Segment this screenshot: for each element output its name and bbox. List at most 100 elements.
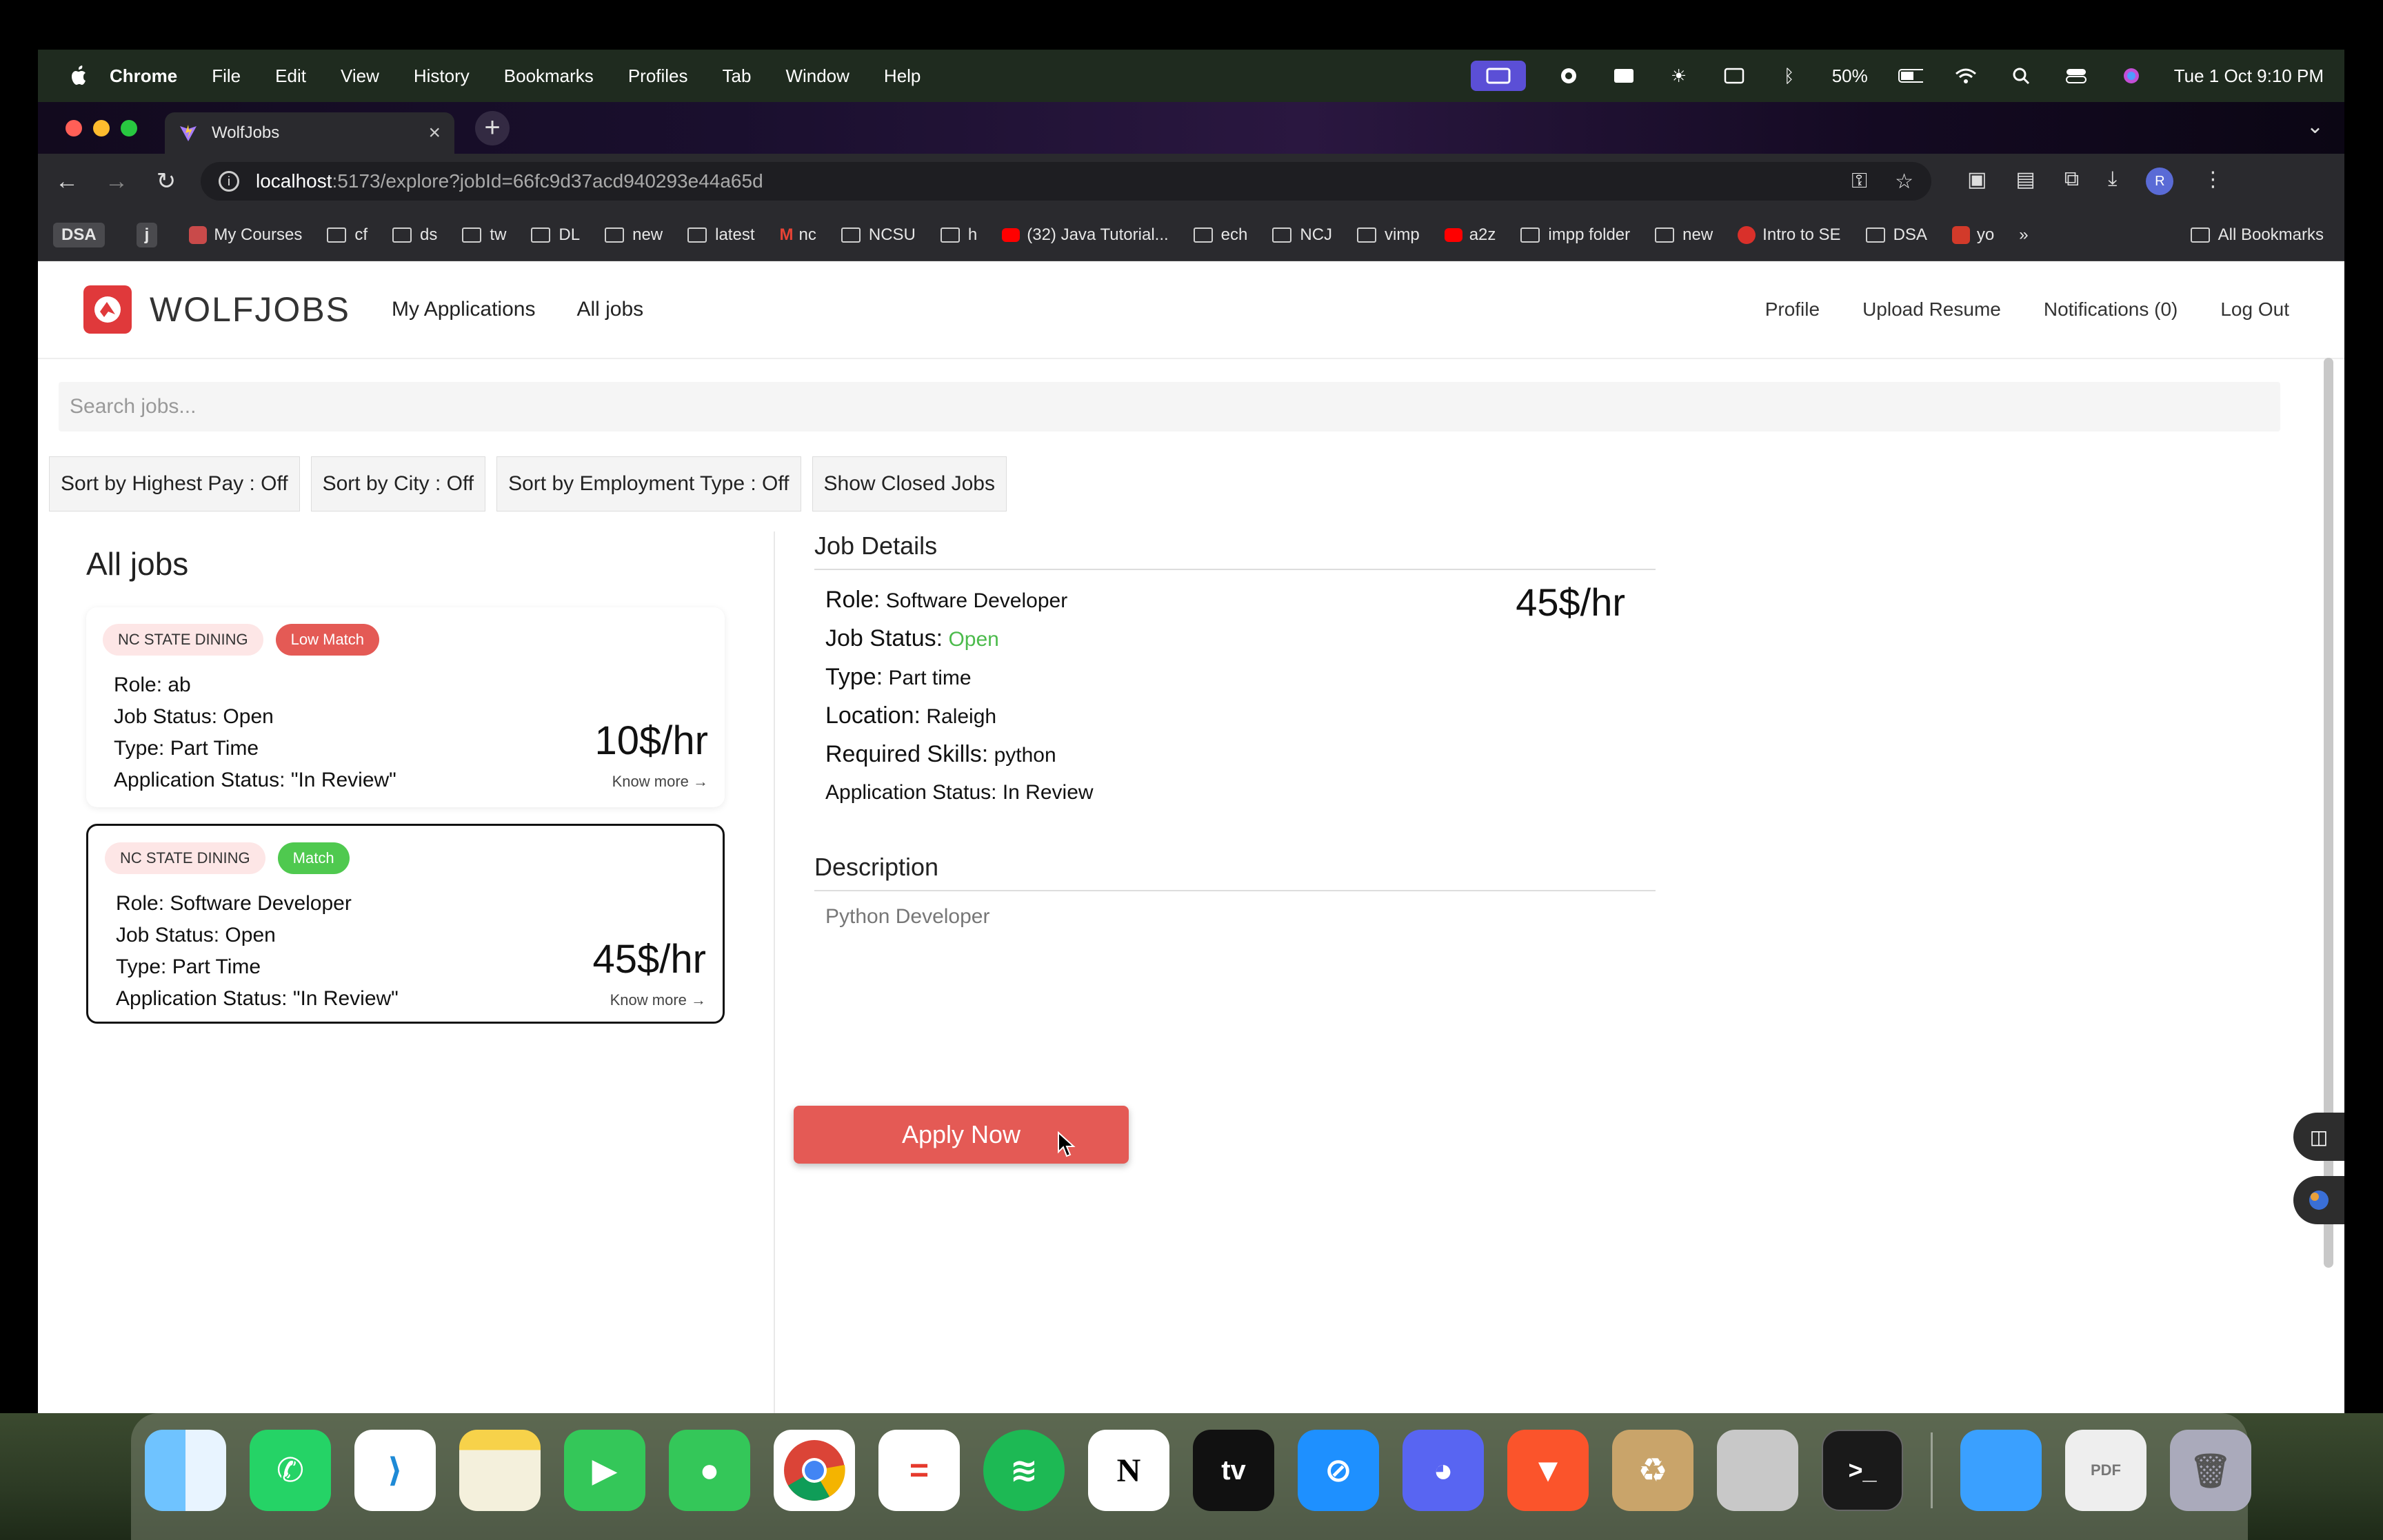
download-icon[interactable]: ⤓ [2108,168,2117,195]
bookmark-folder[interactable]: h [940,225,977,245]
bookmark-folder[interactable]: vimp [1357,225,1420,245]
bookmark-folder[interactable]: tw [462,225,506,245]
bookmark-folder[interactable]: NCSU [841,225,916,245]
iphone-mirroring-icon[interactable] [1717,1430,1798,1511]
all-bookmarks-folder[interactable]: All Bookmarks [2190,225,2324,245]
extension-icon[interactable]: ▣ [1967,168,1987,195]
brave-icon[interactable]: ▼ [1507,1430,1589,1511]
downloads-folder-icon[interactable] [1960,1430,2042,1511]
bookmark-item[interactable]: DSA [53,222,112,247]
extension-orb-icon[interactable] [2293,1176,2344,1224]
reload-icon[interactable]: ↻ [145,168,187,195]
wifi-icon[interactable] [1953,66,1978,85]
discord-icon[interactable]: ◕ [1402,1430,1484,1511]
job-card[interactable]: NC STATE DINING Low Match Role: ab Job S… [86,607,725,807]
bluetooth-icon[interactable]: ᛒ [1777,65,1802,86]
keyboard-icon[interactable] [1611,66,1636,85]
tab-wolfjobs[interactable]: WolfJobs × [165,112,454,154]
show-closed-jobs-button[interactable]: Show Closed Jobs [812,456,1007,511]
maximize-window-button[interactable] [121,119,137,136]
password-key-icon[interactable]: ⚿ [1851,170,1867,194]
bookmarks-overflow-button[interactable]: » [2019,225,2028,245]
bookmark-folder[interactable]: DSA [1865,225,1927,245]
bookmark-folder[interactable]: cf [327,225,368,245]
apply-now-button[interactable]: Apply Now [794,1106,1129,1164]
site-info-icon[interactable]: i [219,171,239,192]
bookmark-item[interactable]: Mnc [780,225,816,245]
bookmark-folder[interactable]: latest [687,225,755,245]
know-more-link[interactable]: Know more → [610,991,706,1009]
apple-tv-icon[interactable]: tv [1193,1430,1274,1511]
calculator-app-icon[interactable]: = [878,1430,960,1511]
menubar-clock[interactable]: Tue 1 Oct 9:10 PM [2174,65,2324,87]
nav-all-jobs[interactable]: All jobs [576,298,643,321]
bookmark-folder[interactable]: impp folder [1520,225,1630,245]
bookmark-folder[interactable]: ech [1193,225,1247,245]
menu-profiles[interactable]: Profiles [628,65,688,87]
terminal-icon[interactable]: >_ [1822,1430,1903,1511]
safari-icon[interactable]: ⊘ [1298,1430,1379,1511]
control-center-icon[interactable] [2064,66,2089,85]
search-input[interactable] [59,382,2280,432]
vscode-icon[interactable]: ⟩ [354,1430,436,1511]
bookmark-item[interactable]: (32) Java Tutorial... [1002,225,1169,245]
menu-app-name[interactable]: Chrome [110,65,177,87]
close-window-button[interactable] [66,119,82,136]
bookmark-folder[interactable]: ds [392,225,437,245]
bookmark-folder[interactable]: DL [531,225,580,245]
bookmark-folder[interactable]: new [605,225,663,245]
brand-name[interactable]: WOLFJOBS [150,290,350,330]
nav-profile[interactable]: Profile [1765,298,1820,321]
bookmark-folder[interactable]: NCJ [1272,225,1332,245]
bookmark-folder[interactable]: new [1655,225,1713,245]
menu-tab[interactable]: Tab [723,65,752,87]
bookmark-item[interactable]: a2z [1444,225,1496,245]
display-icon[interactable] [1722,66,1747,85]
menu-window[interactable]: Window [785,65,849,87]
menu-edit[interactable]: Edit [275,65,306,87]
profile-avatar[interactable]: R [2146,168,2174,195]
wolfjobs-logo-icon[interactable] [83,285,132,334]
menu-help[interactable]: Help [884,65,921,87]
sort-city-button[interactable]: Sort by City : Off [310,456,486,511]
apple-icon[interactable] [66,62,93,90]
archive-utility-icon[interactable]: ♻ [1612,1430,1693,1511]
bookmark-item[interactable]: Intro to SE [1738,225,1841,245]
bookmark-item[interactable]: My Courses [189,225,302,245]
back-arrow-icon[interactable]: ← [46,168,88,195]
spotlight-search-icon[interactable] [2009,66,2033,85]
siri-icon[interactable] [2119,66,2144,85]
new-tab-button[interactable]: + [475,110,510,145]
puzzle-extensions-icon[interactable]: ⧉ [2064,168,2079,195]
close-tab-icon[interactable]: × [428,121,441,145]
battery-icon[interactable] [1898,66,1923,85]
brightness-icon[interactable]: ☀ [1667,65,1691,86]
menu-bookmarks[interactable]: Bookmarks [504,65,594,87]
sort-employment-type-button[interactable]: Sort by Employment Type : Off [496,456,801,511]
extension-icon[interactable]: ▤ [2015,168,2035,195]
bookmark-item[interactable]: yo [1951,225,1994,245]
whatsapp-icon[interactable]: ✆ [250,1430,331,1511]
menu-file[interactable]: File [212,65,241,87]
trash-icon[interactable]: 🗑 [2170,1430,2251,1511]
messages-icon[interactable]: ● [669,1430,750,1511]
bookmark-item[interactable]: j [136,222,165,247]
finder-icon[interactable] [145,1430,226,1511]
nav-my-applications[interactable]: My Applications [392,298,535,321]
know-more-link[interactable]: Know more → [612,773,708,791]
bookmark-star-icon[interactable]: ☆ [1895,170,1913,194]
spotify-icon[interactable]: ≋ [983,1430,1065,1511]
sort-highest-pay-button[interactable]: Sort by Highest Pay : Off [49,456,300,511]
nav-notifications[interactable]: Notifications (0) [2044,298,2178,321]
job-card-selected[interactable]: NC STATE DINING Match Role: Software Dev… [86,824,725,1024]
record-icon[interactable] [1556,66,1581,85]
address-bar[interactable]: i localhost:5173/explore?jobId=66fc9d37a… [201,162,1931,201]
kebab-menu-icon[interactable]: ⋮ [2202,168,2223,195]
forward-arrow-icon[interactable]: → [96,168,137,195]
reader-mode-icon[interactable]: ◫ [2293,1113,2344,1161]
nav-log-out[interactable]: Log Out [2220,298,2289,321]
notion-icon[interactable]: N [1088,1430,1169,1511]
tab-search-chevron-icon[interactable]: ⌄ [2306,114,2324,139]
pdf-document-icon[interactable]: PDF [2065,1430,2146,1511]
menu-history[interactable]: History [414,65,470,87]
